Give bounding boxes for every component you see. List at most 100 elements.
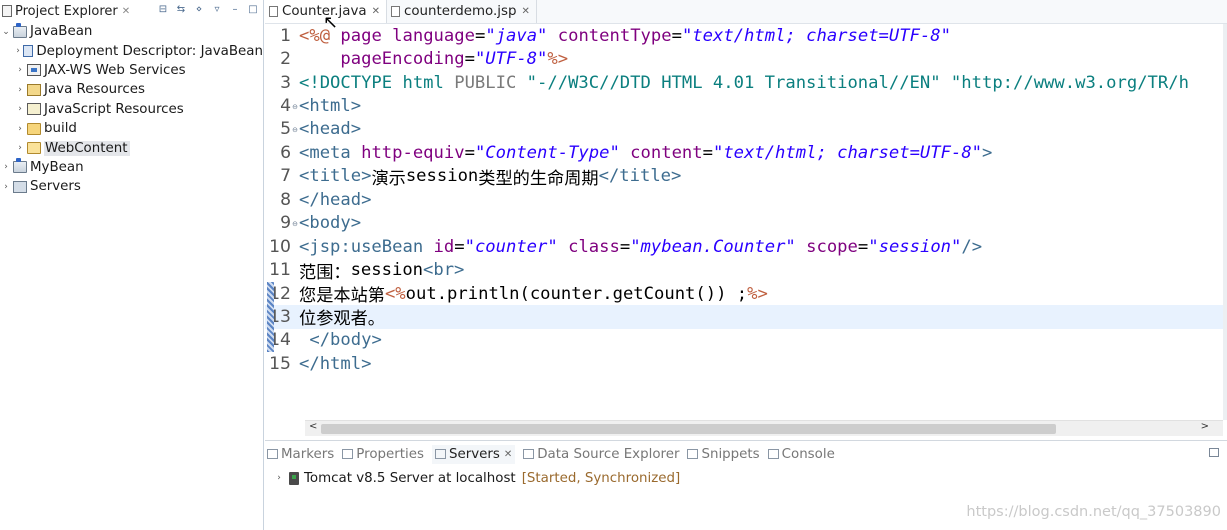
tree-item[interactable]: › Servers [0,177,263,196]
code-token: "counter" [464,236,558,257]
code-line[interactable]: 10 <jsp:useBean id = "counter" class = "mybea… [265,235,1223,258]
scroll-right-icon[interactable]: > [1201,421,1209,432]
change-marker [267,281,274,353]
code-line[interactable]: 2 pageEncoding = "UTF-8" %> [265,47,1223,70]
expand-chevron-icon[interactable]: › [273,473,285,483]
chevron-down-icon[interactable]: ⌄ [0,27,12,37]
code-line[interactable]: 13 位参观者。 [265,305,1223,329]
collapse-all-icon[interactable]: ⊟ [157,3,169,15]
code-token: content [630,142,703,163]
fold-toggle-icon[interactable]: ⊖ [292,126,298,134]
code-line[interactable]: 9 ⊖ <body> [265,212,1223,235]
editor-tab-label: counterdemo.jsp [403,3,517,19]
line-number-text: 10 [269,236,291,257]
chevron-right-icon[interactable]: › [14,46,22,56]
tree-item-label: Servers [30,179,81,195]
tree-item[interactable]: › JAX-WS Web Services [0,61,263,80]
code-token: %> [547,49,569,70]
code-line[interactable]: 5 ⊖ <head> [265,118,1223,141]
scroll-left-icon[interactable]: < [309,421,317,432]
line-number: 1 [265,26,299,46]
link-with-editor-icon[interactable]: ⇆ [175,3,187,15]
line-number: 7 [265,166,299,186]
scrollbar-thumb[interactable] [321,424,1056,434]
tree-item[interactable]: ⌄ JavaBean [0,22,263,41]
line-number-text: 8 [280,189,291,210]
chevron-right-icon[interactable]: › [14,85,26,95]
fold-toggle-icon[interactable]: ⊖ [292,103,298,111]
bottom-tab-servers[interactable]: Servers ✕ [431,444,516,464]
line-number-text: 15 [269,353,291,374]
code-token: %> [747,283,768,304]
code-token: > [982,142,993,163]
code-line[interactable]: 8 </head> [265,188,1223,211]
code-token: <meta [299,142,362,163]
close-tab-icon[interactable]: ✕ [521,6,529,17]
line-number-text: 3 [280,72,291,93]
chevron-right-icon[interactable]: › [14,65,26,75]
editor-tab[interactable]: counterdemo.jsp ✕ [387,0,537,23]
project-explorer-title: Project Explorer [15,3,118,19]
code-token: "session" [868,236,962,257]
folder-open-icon [27,142,41,155]
code-line[interactable]: 12 您是本站第 <% out.println(counter.getCount())… [265,282,1223,307]
code-editor[interactable]: 1 <%@ page language = "java" contentType = "t… [265,24,1223,420]
close-tab-icon[interactable]: ✕ [372,6,380,17]
chevron-right-icon[interactable]: › [0,182,12,192]
chevron-right-icon[interactable]: › [0,162,12,172]
view-menu-icon[interactable]: ▿ [211,3,223,15]
tree-item[interactable]: › Java Resources [0,80,263,99]
close-view-icon[interactable]: ✕ [122,6,130,17]
tree-item[interactable]: › JavaScript Resources [0,100,263,119]
bottom-tab-markers[interactable]: Markers [267,447,334,462]
tree-item[interactable]: › build [0,119,263,138]
bottom-tab-console[interactable]: Console [767,447,835,462]
tree-item-label: JavaScript Resources [44,101,184,117]
code-token: pageEncoding [340,49,465,70]
code-line[interactable]: 4 ⊖ <html> [265,94,1223,117]
server-row[interactable]: › Tomcat v8.5 Server at localhost [Start… [265,467,1227,489]
code-line[interactable]: 6 <meta http-equiv = "Content-Type" content… [265,141,1223,164]
server-state: [Started, Synchronized] [521,470,681,486]
code-line[interactable]: 1 <%@ page language = "java" contentType = "t… [265,24,1223,47]
chevron-right-icon[interactable]: › [14,143,26,153]
fold-toggle-icon[interactable]: ⊖ [292,220,298,228]
line-number-text: 6 [280,142,291,163]
code-line[interactable]: 11 范围： session <br> [265,258,1223,283]
code-line[interactable]: 15 </html> [265,352,1223,375]
project-icon [13,158,27,174]
bottom-tab-snippets[interactable]: Snippets [687,446,760,462]
minimize-panel-icon[interactable] [1209,448,1219,457]
tree-item[interactable]: › Deployment Descriptor: JavaBean [0,41,263,60]
minimize-icon[interactable]: – [229,3,241,15]
deployment-descriptor-icon [23,45,34,58]
line-number: 6 [265,143,299,163]
file-icon [390,5,400,17]
vertical-scrollbar[interactable] [1223,24,1227,420]
project-explorer-header[interactable]: Project Explorer ✕ ⊟ ⇆ ⋄ ▿ – □ [0,0,263,22]
close-tab-icon[interactable]: ✕ [504,449,512,460]
bottom-tab-data-source-explorer[interactable]: Data Source Explorer [523,447,679,462]
code-line[interactable]: 3 <!DOCTYPE html PUBLIC "-//W3C//DTD HTML… [265,71,1223,94]
filter-icon[interactable]: ⋄ [193,3,205,15]
line-number: 9 ⊖ [265,213,299,233]
maximize-icon[interactable]: □ [247,3,259,15]
bottom-tab-label: Data Source Explorer [537,446,680,462]
tree-item[interactable]: › WebContent [0,138,263,157]
code-token: PUBLIC [454,72,527,93]
horizontal-scrollbar[interactable]: < > [305,420,1223,436]
code-token: 演示 [371,168,406,189]
code-token: </head> [299,189,372,210]
project-explorer-icon [2,5,12,17]
line-number-text: 4 [280,96,291,117]
tree-item-label: build [44,121,77,137]
code-line[interactable]: 14 </body> [265,329,1223,352]
code-line[interactable]: 7 <title> 演示 session 类型的生命周期 </title> [265,165,1223,189]
line-number-text: 9 [280,213,291,234]
chevron-right-icon[interactable]: › [14,104,26,114]
code-token: <jsp:useBean [299,236,434,257]
chevron-right-icon[interactable]: › [14,124,26,134]
bottom-tab-label: Snippets [701,446,760,462]
bottom-tab-properties[interactable]: Properties [342,447,424,462]
tree-item[interactable]: › MyBean [0,158,263,177]
